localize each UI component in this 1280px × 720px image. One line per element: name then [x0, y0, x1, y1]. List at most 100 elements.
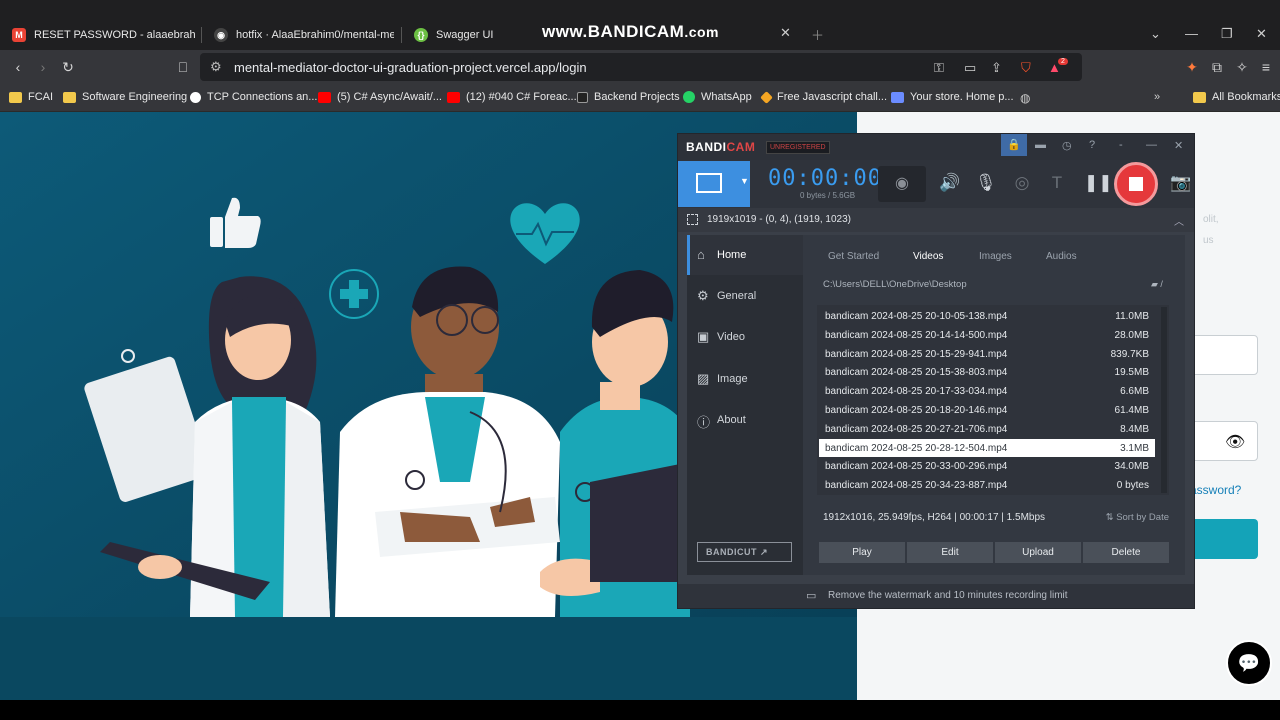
bookmark-csharp-async[interactable]: (5) C# Async/Await/... — [318, 91, 442, 103]
compact-mode-icon[interactable]: ‐ — [1119, 139, 1123, 151]
file-name: bandicam 2024-08-25 20-28-12-504.mp4 — [825, 442, 1008, 454]
clock-icon[interactable]: ◷ — [1062, 139, 1072, 152]
all-bookmarks[interactable]: All Bookmarks — [1193, 91, 1280, 103]
pause-icon[interactable]: ❚❚ — [1084, 173, 1113, 193]
bookmark-fcai[interactable]: FCAI — [9, 91, 53, 103]
tab-images[interactable]: Images — [979, 251, 1012, 262]
file-row[interactable]: bandicam 2024-08-25 20-18-20-146.mp4 61.4… — [819, 401, 1155, 419]
chevron-down-icon[interactable]: ▼ — [740, 176, 749, 186]
delete-button[interactable]: Delete — [1083, 542, 1169, 563]
folder-icon[interactable]: ▬ — [1035, 139, 1046, 151]
extension-icon[interactable]: ✦ — [1183, 59, 1201, 76]
mouse-click-icon[interactable]: ◎ — [1012, 173, 1032, 193]
cast-icon[interactable]: ▭ — [964, 60, 976, 76]
bookmark-label: Free Javascript chall... — [777, 91, 888, 103]
tab-videos[interactable]: Videos — [913, 251, 943, 262]
file-row[interactable]: bandicam 2024-08-25 20-17-33-034.mp4 6.6M… — [819, 382, 1155, 400]
file-row[interactable]: bandicam 2024-08-25 20-15-38-803.mp4 19.5… — [819, 363, 1155, 381]
recording-bytes: 0 bytes / 5.6GB — [800, 191, 856, 200]
address-bar[interactable]: ⚙ mental-mediator-doctor-ui-graduation-p… — [200, 53, 1082, 81]
brave-shield-icon[interactable]: ⛉ — [1021, 60, 1031, 76]
bookmark-whatsapp[interactable]: WhatsApp — [683, 91, 752, 103]
forward-icon[interactable]: › — [34, 59, 52, 75]
minimize-icon[interactable]: — — [1185, 26, 1198, 41]
stop-record-button[interactable] — [1114, 162, 1158, 206]
output-folder-path[interactable]: C:\Users\DELL\OneDrive\Desktop — [823, 279, 967, 290]
sidebar-item-image[interactable]: ▨ Image — [687, 359, 803, 399]
key-icon[interactable]: ⚿ — [934, 60, 944, 76]
tab-swagger-ui[interactable]: {} Swagger UI — [402, 21, 522, 49]
file-row[interactable]: bandicam 2024-08-25 20-34-23-887.mp4 0 by… — [819, 476, 1155, 494]
file-row[interactable]: bandicam 2024-08-25 20-14-14-500.mp4 28.0… — [819, 326, 1155, 344]
menu-icon[interactable]: ≡ — [1257, 59, 1275, 75]
lock-icon[interactable]: 🔒 — [1001, 134, 1027, 156]
file-row[interactable]: bandicam 2024-08-25 20-28-12-504.mp4 3.1M… — [819, 438, 1155, 457]
scrollbar[interactable] — [1161, 307, 1167, 493]
open-folder-icon[interactable]: ▰ / — [1151, 279, 1163, 290]
home-icon: ⌂ — [697, 247, 705, 262]
reload-icon[interactable]: ↻ — [59, 59, 77, 76]
faint-text-2: us — [1203, 235, 1214, 246]
leo-ai-icon[interactable]: ✧ — [1233, 59, 1251, 76]
new-tab-icon[interactable]: ＋ — [811, 25, 824, 44]
file-name: bandicam 2024-08-25 20-34-23-887.mp4 — [825, 480, 1008, 492]
chevron-up-icon[interactable]: ︿ — [1174, 213, 1184, 228]
extensions-puzzle-icon[interactable]: ⧉ — [1208, 59, 1226, 76]
file-row[interactable]: bandicam 2024-08-25 20-27-21-706.mp4 8.4M… — [819, 420, 1155, 438]
bandicut-button[interactable]: BANDICUT ↗ — [697, 542, 792, 562]
edit-button[interactable]: Edit — [907, 542, 993, 563]
bookmark-page-icon[interactable]: ⎕ — [174, 59, 192, 76]
show-password-eye-icon[interactable]: 👁 — [1225, 432, 1245, 452]
tab-github-hotfix[interactable]: ◉ hotfix · AlaaEbrahim0/mental-media — [202, 21, 394, 49]
region-bar[interactable]: 1919x1019 - (0, 4), (1919, 1023) ︿ — [678, 208, 1194, 232]
file-size: 19.5MB — [1114, 367, 1149, 379]
play-button[interactable]: Play — [819, 542, 905, 563]
tab-search-chevron-icon[interactable]: ⌄ — [1150, 26, 1161, 42]
bookmark-your-store[interactable]: Your store. Home p... — [891, 91, 1014, 103]
camera-icon[interactable]: 📷 — [1170, 173, 1191, 193]
tab-get-started[interactable]: Get Started — [828, 251, 879, 262]
screen: M RESET PASSWORD - alaaebrahim38 ◉ hotfi… — [0, 0, 1280, 720]
close-tab-icon[interactable]: ✕ — [780, 25, 791, 41]
sort-by-date[interactable]: ⇅ Sort by Date — [1106, 512, 1169, 523]
tab-audios[interactable]: Audios — [1046, 251, 1077, 262]
active-indicator — [687, 235, 690, 275]
footer-message[interactable]: Remove the watermark and 10 minutes reco… — [828, 590, 1068, 601]
text-icon[interactable]: T — [1047, 173, 1067, 193]
site-settings-icon[interactable]: ⚙ — [210, 59, 222, 75]
sidebar-item-general[interactable]: ⚙ General — [687, 276, 803, 316]
video-icon: ▣ — [697, 329, 710, 344]
bookmark-tcp-connections[interactable]: TCP Connections an... — [190, 91, 317, 103]
bookmark-software-engineering[interactable]: Software Engineering — [63, 91, 187, 103]
back-icon[interactable]: ‹ — [9, 59, 27, 75]
file-size: 3.1MB — [1120, 442, 1149, 454]
minimize-icon[interactable]: — — [1146, 139, 1157, 151]
chat-bubble-icon[interactable]: 💬 — [1226, 640, 1272, 686]
close-window-icon[interactable]: ✕ — [1256, 26, 1267, 42]
tab-reset-password[interactable]: M RESET PASSWORD - alaaebrahim38 — [0, 21, 195, 49]
speaker-icon[interactable]: 🔊 — [939, 173, 960, 193]
screen-mode-button[interactable]: ▼ — [678, 161, 750, 207]
forgot-password-link[interactable]: assword? — [1190, 483, 1241, 497]
sidebar-item-about[interactable]: ⓘ About — [687, 400, 803, 440]
bookmark-free-javascript[interactable]: Free Javascript chall... — [760, 90, 888, 104]
webcam-icon[interactable]: ◉ — [878, 166, 926, 202]
gear-icon: ⚙ — [697, 288, 709, 303]
close-icon[interactable]: ✕ — [1174, 139, 1183, 152]
share-icon[interactable]: ⇪ — [991, 60, 1002, 76]
bookmark-globe[interactable]: ◍ — [1020, 91, 1030, 105]
maximize-icon[interactable]: ❐ — [1221, 26, 1233, 42]
sidebar-item-video[interactable]: ▣ Video — [687, 317, 803, 357]
file-row[interactable]: bandicam 2024-08-25 20-33-00-296.mp4 34.0… — [819, 457, 1155, 475]
help-icon[interactable]: ? — [1089, 139, 1095, 151]
gmail-icon: M — [12, 28, 26, 42]
file-row[interactable]: bandicam 2024-08-25 20-15-29-941.mp4 839.… — [819, 345, 1155, 363]
upload-button[interactable]: Upload — [995, 542, 1081, 563]
microphone-icon[interactable]: 🎙 — [975, 173, 997, 193]
bookmark-backend-projects[interactable]: Backend Projects — [577, 91, 680, 103]
sidebar-item-home[interactable]: ⌂ Home — [687, 235, 803, 275]
region-icon — [687, 214, 698, 225]
file-row[interactable]: bandicam 2024-08-25 20-10-05-138.mp4 11.0… — [819, 307, 1155, 325]
bookmark-csharp-foreach[interactable]: (12) #040 C# Foreac... — [447, 91, 577, 103]
bookmarks-overflow[interactable]: » — [1154, 91, 1160, 103]
